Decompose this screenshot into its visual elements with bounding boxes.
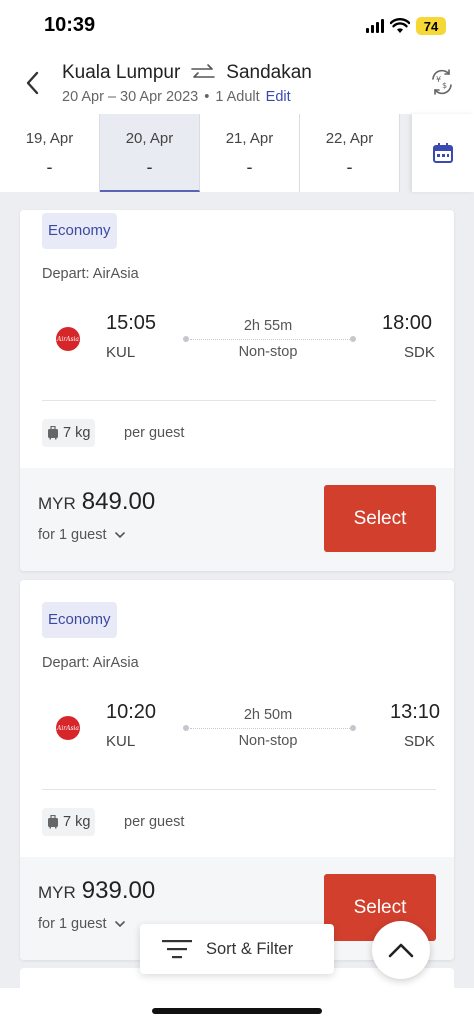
cabin-class-badge: Economy	[42, 213, 117, 249]
route-start-dot	[183, 725, 189, 731]
flight-card[interactable]: Economy Depart: AirAsia AirAsia 10:20 KU…	[20, 580, 454, 960]
origin-city: Kuala Lumpur	[62, 62, 181, 83]
fare-price: MYR 939.00	[38, 877, 155, 905]
flight-duration: 2h 55m	[243, 318, 293, 334]
edit-link[interactable]: Edit	[266, 89, 291, 105]
stops-label: Non-stop	[238, 344, 298, 360]
baggage-weight: 7 kg	[63, 425, 91, 441]
svg-text:¥: ¥	[436, 75, 441, 84]
currency-switch-icon[interactable]: ¥ $	[428, 68, 456, 96]
route-start-dot	[183, 336, 189, 342]
departure-airport: KUL	[106, 344, 136, 361]
signal-icon	[366, 19, 384, 33]
home-indicator[interactable]	[152, 1008, 322, 1014]
select-flight-button[interactable]: Select	[324, 485, 436, 552]
date-tab-selected[interactable]: 20, Apr -	[100, 114, 200, 192]
arrival-time: 18:00	[382, 312, 433, 334]
logo-text: AirAsia	[56, 724, 80, 732]
status-icons: 74	[366, 17, 446, 35]
guest-count-label: for 1 guest	[38, 916, 107, 932]
date-tabs: 19, Apr - 20, Apr - 21, Apr - 22, Apr -	[0, 114, 400, 192]
baggage-allowance: 7 kg	[42, 419, 96, 447]
arrival-airport: SDK	[404, 733, 435, 750]
price-currency: MYR	[38, 883, 76, 902]
date-label: 22, Apr	[325, 130, 374, 147]
battery-indicator: 74	[416, 17, 446, 35]
chevron-down-icon	[114, 921, 125, 927]
traveller-count: 1 Adult	[215, 89, 260, 105]
baggage-note: per guest	[124, 425, 185, 441]
price-amount: 849.00	[81, 488, 156, 515]
date-label: 21, Apr	[225, 130, 274, 147]
chevron-down-icon	[114, 532, 125, 538]
arrival-airport: SDK	[404, 344, 435, 361]
guest-count-label: for 1 guest	[38, 527, 107, 543]
svg-text:$: $	[442, 81, 447, 90]
date-price: -	[346, 157, 353, 177]
date-label: 19, Apr	[25, 130, 74, 147]
luggage-icon	[48, 815, 58, 829]
flight-card[interactable]: Economy Depart: AirAsia AirAsia 15:05 KU…	[20, 210, 454, 571]
cabin-class-badge: Economy	[42, 602, 117, 638]
calendar-icon	[433, 143, 453, 163]
status-time: 10:39	[44, 14, 96, 36]
filter-icon	[162, 940, 192, 959]
arrival-time: 13:10	[390, 701, 441, 723]
route-end-dot	[350, 336, 356, 342]
date-price: -	[246, 157, 253, 177]
date-price: -	[46, 157, 53, 177]
route-line	[190, 728, 350, 729]
luggage-icon	[48, 426, 58, 440]
swap-arrows-icon	[191, 64, 216, 78]
price-currency: MYR	[38, 494, 76, 513]
route-end-dot	[350, 725, 356, 731]
back-button[interactable]	[20, 68, 44, 98]
destination-city: Sandakan	[226, 62, 312, 83]
status-bar: 10:39 74	[0, 0, 474, 52]
date-strip: 19, Apr - 20, Apr - 21, Apr - 22, Apr -	[0, 114, 474, 194]
depart-airline: Depart: AirAsia	[42, 266, 139, 282]
sort-filter-button[interactable]: Sort & Filter	[140, 924, 334, 974]
date-tab[interactable]: 21, Apr -	[200, 114, 300, 192]
fare-price: MYR 849.00	[38, 488, 155, 516]
departure-time: 10:20	[106, 701, 157, 723]
airasia-logo: AirAsia	[56, 716, 80, 740]
guest-count-dropdown[interactable]: for 1 guest	[38, 527, 125, 543]
wifi-icon	[390, 18, 410, 33]
bottom-safe-area	[0, 988, 474, 1024]
search-header: Kuala Lumpur Sandakan 20 Apr – 30 Apr 20…	[0, 52, 474, 114]
sort-filter-label: Sort & Filter	[206, 939, 294, 958]
departure-time: 15:05	[106, 312, 157, 334]
date-label: 20, Apr	[125, 130, 174, 147]
airasia-logo: AirAsia	[56, 327, 80, 351]
depart-airline: Depart: AirAsia	[42, 655, 139, 671]
scroll-to-top-button[interactable]	[372, 921, 430, 979]
chevron-left-icon	[26, 71, 39, 95]
date-tab[interactable]: 19, Apr -	[0, 114, 100, 192]
departure-airport: KUL	[106, 733, 136, 750]
route-summary[interactable]: Kuala Lumpur Sandakan	[62, 62, 312, 84]
divider	[42, 400, 436, 401]
divider	[42, 789, 436, 790]
stops-label: Non-stop	[238, 733, 298, 749]
route-line	[190, 339, 350, 340]
baggage-note: per guest	[124, 814, 185, 830]
price-amount: 939.00	[81, 877, 156, 904]
trip-meta: 20 Apr – 30 Apr 2023 • 1 Adult Edit	[62, 89, 291, 105]
baggage-allowance: 7 kg	[42, 808, 96, 836]
flight-duration: 2h 50m	[243, 707, 293, 723]
price-footer: MYR 849.00 for 1 guest Select	[20, 468, 454, 571]
chevron-up-icon	[388, 943, 414, 958]
date-tab[interactable]: 22, Apr -	[300, 114, 400, 192]
logo-text: AirAsia	[56, 335, 80, 343]
guest-count-dropdown[interactable]: for 1 guest	[38, 916, 125, 932]
date-price: -	[146, 157, 153, 177]
baggage-weight: 7 kg	[63, 814, 91, 830]
meta-separator: •	[204, 89, 210, 105]
trip-dates: 20 Apr – 30 Apr 2023	[62, 89, 199, 105]
calendar-button[interactable]	[412, 114, 474, 192]
